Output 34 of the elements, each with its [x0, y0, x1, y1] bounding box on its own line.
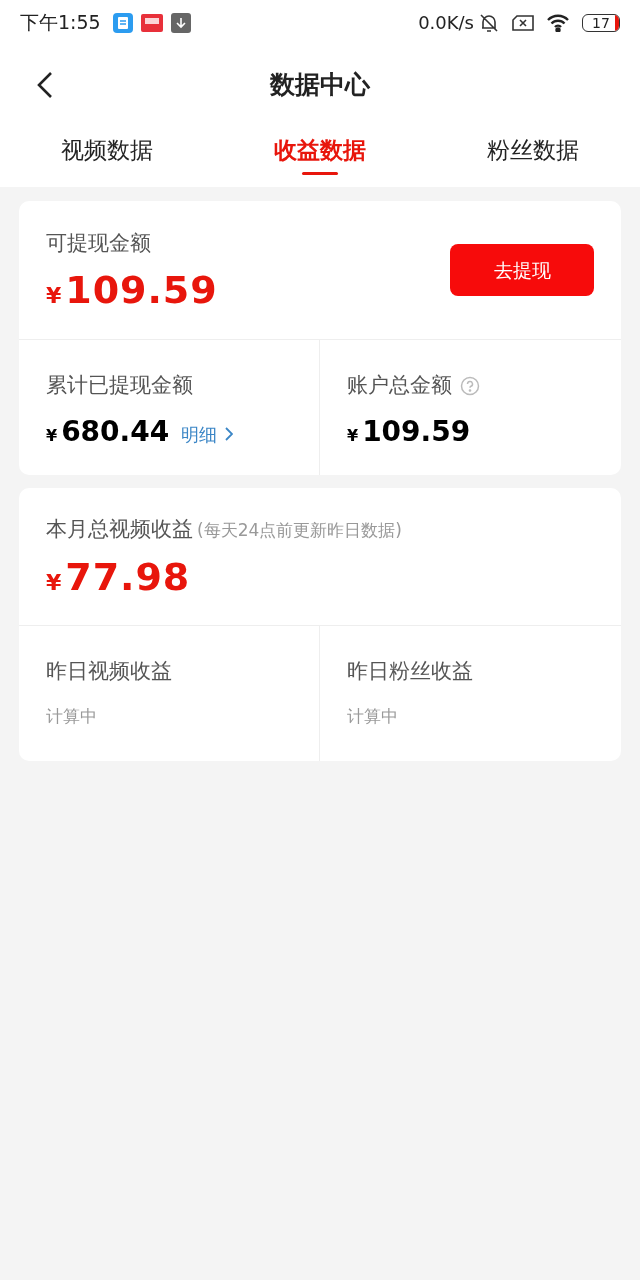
withdraw-button[interactable]: 去提现 [450, 244, 594, 296]
currency-sign: ¥ [46, 568, 62, 597]
download-icon [170, 12, 191, 33]
stat-label: 昨日视频收益 [46, 658, 173, 685]
tab[interactable]: 粉丝数据 [426, 125, 640, 187]
page-title: 数据中心 [270, 69, 370, 102]
currency-sign: ¥ [347, 424, 359, 447]
stat-label: 账户总金额 [347, 372, 452, 399]
update-note: (每天24点前更新昨日数据) [197, 519, 402, 543]
balance-amount: 109.59 [65, 271, 218, 310]
tab[interactable]: 收益数据 [213, 125, 427, 187]
tab[interactable]: 视频数据 [0, 125, 214, 187]
stat-value: 计算中 [347, 704, 399, 728]
stat-value: 计算中 [46, 704, 98, 728]
network-speed: 0.0K/s [418, 11, 474, 35]
stat-amount: 680.44 [61, 417, 170, 446]
notes-app-icon [112, 12, 133, 33]
sim-x-icon [512, 13, 534, 32]
battery-indicator: 17 [582, 13, 620, 32]
stat-label: 昨日粉丝收益 [347, 658, 474, 685]
monthly-amount: 77.98 [65, 557, 191, 596]
status-time: 下午1:55 [20, 10, 101, 36]
stat-label: 累计已提现金额 [46, 372, 193, 399]
monthly-label: 本月总视频收益 [46, 516, 193, 544]
muted-bell-icon [478, 11, 500, 34]
currency-sign: ¥ [46, 424, 58, 447]
chevron-right-icon [225, 427, 234, 441]
back-icon[interactable] [37, 71, 53, 99]
detail-link[interactable]: 明细 [181, 420, 234, 448]
balance-label: 可提现金额 [46, 229, 152, 257]
currency-sign: ¥ [46, 282, 62, 311]
stat-amount: 109.59 [362, 417, 471, 446]
news-app-icon [140, 13, 163, 32]
wifi-icon [546, 13, 570, 32]
